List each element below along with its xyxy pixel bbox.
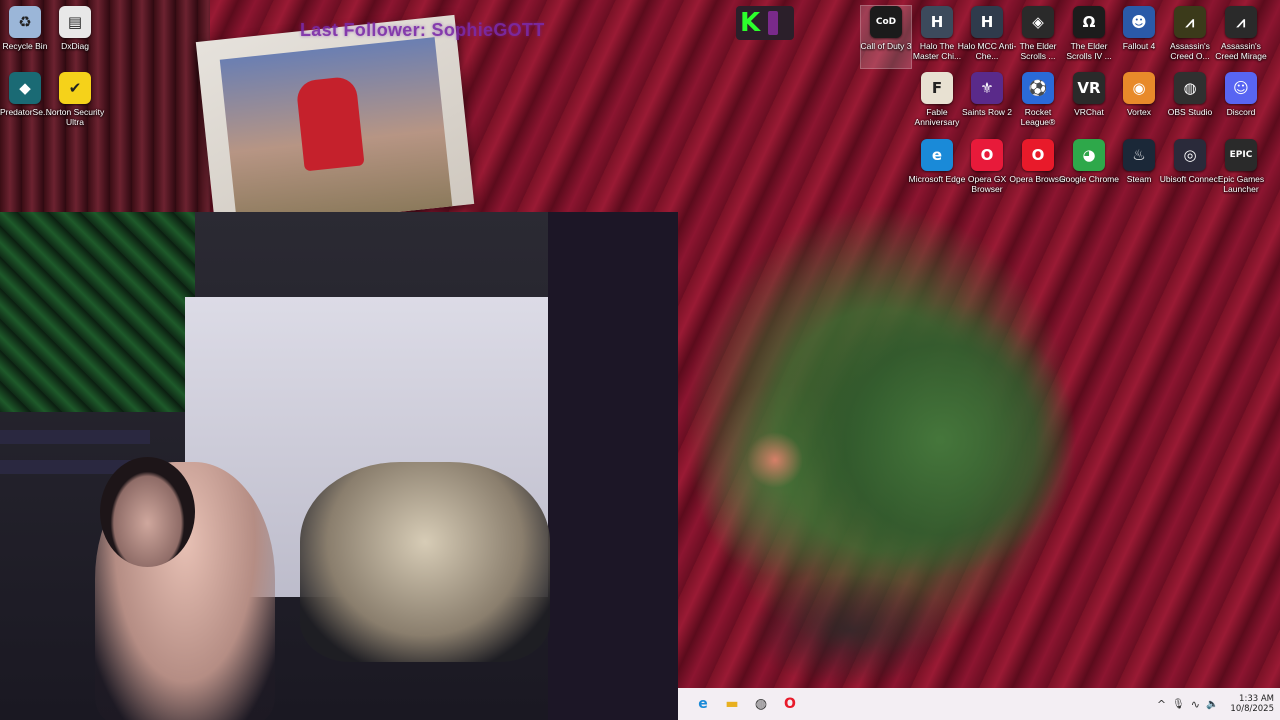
assassins-creed-icon: ⩘ <box>1174 6 1206 38</box>
webcam-doorway <box>548 212 678 720</box>
taskbar-obs-button[interactable]: ◍ <box>748 691 774 717</box>
desktop-icon[interactable]: ◍ OBS Studio <box>1165 72 1215 134</box>
desktop-icon[interactable]: H Halo The Master Chi... <box>912 6 962 68</box>
steam-icon: ♨ <box>1123 139 1155 171</box>
fable-icon: F <box>921 72 953 104</box>
webcam-person-head <box>100 457 195 567</box>
taskbar-file-explorer-button[interactable]: ▬ <box>719 691 745 717</box>
taskbar-clock[interactable]: 1:33 AM 10/8/2025 <box>1230 694 1274 714</box>
halo-icon: H <box>921 6 953 38</box>
elder-scrolls-icon: ◈ <box>1022 6 1054 38</box>
show-hidden-icons-button[interactable]: ^ <box>1157 698 1166 711</box>
desktop-icon-label: Norton Security Ultra <box>45 107 105 127</box>
desktop-icon[interactable]: ◎ Ubisoft Connect <box>1160 139 1220 201</box>
edge-icon: e <box>921 139 953 171</box>
desktop-icon[interactable]: ☺ Discord <box>1216 72 1266 134</box>
desktop-icon[interactable]: e Microsoft Edge <box>909 139 965 201</box>
call-of-duty-icon: CoD <box>870 6 902 38</box>
desktop-icon[interactable]: VR VRChat <box>1064 72 1114 134</box>
desktop-icon[interactable]: ◈ The Elder Scrolls ... <box>1013 6 1063 68</box>
ubisoft-icon: ◎ <box>1174 139 1206 171</box>
stream-overlay-badge: K <box>736 6 794 40</box>
rocket-league-icon: ⚽ <box>1022 72 1054 104</box>
clock-time: 1:33 AM <box>1239 694 1274 704</box>
desktop-icon[interactable]: ⚜ Saints Row 2 <box>962 72 1012 134</box>
clock-date: 10/8/2025 <box>1230 704 1274 714</box>
desktop-icon-label: Epic Games Launcher <box>1217 174 1265 194</box>
volume-icon[interactable]: 🔈 <box>1206 699 1218 710</box>
wallpaper-photo-frame <box>195 14 475 232</box>
vrchat-icon: VR <box>1073 72 1105 104</box>
kick-logo-icon: K <box>740 8 761 38</box>
recycle-bin-icon: ♻ <box>9 6 41 38</box>
system-tray: ^ 🎙 ∿ 🔈 1:33 AM 10/8/2025 <box>1157 694 1274 714</box>
desktop-icon[interactable]: ◆ PredatorSe... <box>0 72 50 134</box>
desktop-icon-label: Discord <box>1226 107 1256 117</box>
vortex-icon: ◉ <box>1123 72 1155 104</box>
wifi-icon[interactable]: ∿ <box>1191 698 1200 711</box>
desktop-icon[interactable]: O Opera Browser <box>1009 139 1067 201</box>
halo-mcc-icon: H <box>971 6 1003 38</box>
desktop-icon[interactable]: ✔ Norton Security Ultra <box>46 72 104 134</box>
microphone-icon[interactable]: 🎙 <box>1172 699 1185 710</box>
desktop-icon[interactable]: ♻ Recycle Bin <box>0 6 50 68</box>
obs-studio-icon: ◍ <box>1174 72 1206 104</box>
webcam-chair <box>300 462 550 662</box>
desktop-icon[interactable]: H Halo MCC Anti-Che... <box>958 6 1016 68</box>
desktop-icon[interactable]: CoD Call of Duty 3 <box>860 5 912 69</box>
saints-row-icon: ⚜ <box>971 72 1003 104</box>
taskbar: e ▬ ◍ O ^ 🎙 ∿ 🔈 1:33 AM 10/8/2025 <box>678 688 1280 720</box>
chrome-icon: ◕ <box>1073 139 1105 171</box>
desktop-icon[interactable]: ▤ DxDiag <box>50 6 100 68</box>
taskbar-opera-button[interactable]: O <box>777 691 803 717</box>
desktop-icon[interactable]: ☻ Fallout 4 <box>1114 6 1164 68</box>
fallout-icon: ☻ <box>1123 6 1155 38</box>
desktop-icon[interactable]: ◉ Vortex <box>1114 72 1164 134</box>
desktop-icon[interactable]: EPIC Epic Games Launcher <box>1216 139 1266 201</box>
opera-gx-icon: O <box>971 139 1003 171</box>
last-follower-overlay: Last Follower: SophieGOTT <box>300 20 545 40</box>
predator-sense-icon: ◆ <box>9 72 41 104</box>
oblivion-icon: Ω <box>1073 6 1105 38</box>
webcam-tapestry <box>0 212 195 412</box>
desktop-icon[interactable]: ⚽ Rocket League® <box>1013 72 1063 134</box>
overlay-bar <box>768 11 779 35</box>
document-icon: ▤ <box>59 6 91 38</box>
desktop-icon[interactable]: O Opera GX Browser <box>962 139 1012 201</box>
wallpaper-plant <box>680 190 1220 690</box>
desktop-icon[interactable]: ⩘ Assassin's Creed Mirage <box>1215 6 1267 68</box>
opera-icon: O <box>1022 139 1054 171</box>
webcam-feed <box>0 212 678 720</box>
desktop-icon[interactable]: ◕ Google Chrome <box>1059 139 1119 201</box>
norton-icon: ✔ <box>59 72 91 104</box>
desktop-icon[interactable]: ⩘ Assassin's Creed O... <box>1165 6 1215 68</box>
desktop-icon[interactable]: ♨ Steam <box>1114 139 1164 201</box>
taskbar-pinned-apps: e ▬ ◍ O <box>690 691 806 717</box>
desktop-icon[interactable]: F Fable Anniversary <box>912 72 962 134</box>
taskbar-edge-button[interactable]: e <box>690 691 716 717</box>
discord-icon: ☺ <box>1225 72 1257 104</box>
desktop-icon[interactable]: Ω The Elder Scrolls IV ... <box>1064 6 1114 68</box>
assassins-creed-mirage-icon: ⩘ <box>1225 6 1257 38</box>
desktop-icon-label: DxDiag <box>61 41 89 51</box>
desktop-icon-label: Assassin's Creed Mirage <box>1215 41 1267 61</box>
epic-games-icon: EPIC <box>1225 139 1257 171</box>
